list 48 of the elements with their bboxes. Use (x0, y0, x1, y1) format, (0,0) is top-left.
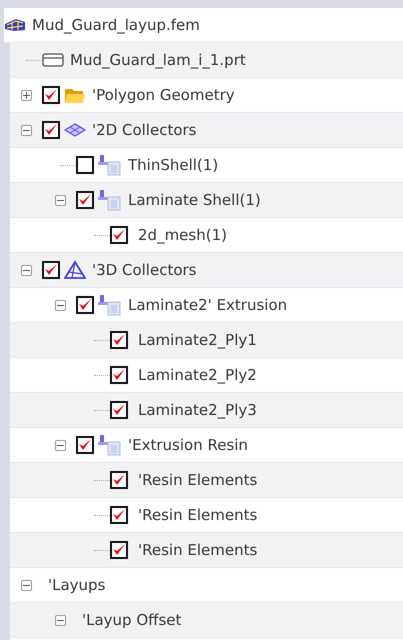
tree-item-label[interactable]: Laminate2_Ply3 (138, 401, 257, 419)
collector-icon (98, 189, 122, 211)
mesh-grid-icon (4, 18, 26, 32)
tree-item-label[interactable]: 'Polygon Geometry (92, 86, 235, 104)
folder-icon (64, 86, 86, 104)
checkbox[interactable] (42, 86, 60, 104)
part-icon (42, 52, 64, 68)
checkbox[interactable] (76, 156, 94, 174)
tree-item-label[interactable]: Laminate2' Extrusion (128, 296, 288, 314)
collapse-icon[interactable] (20, 264, 32, 276)
tree-item-label[interactable]: Laminate2_Ply2 (138, 366, 257, 384)
checkbox[interactable] (110, 331, 128, 349)
checkbox[interactable] (110, 226, 128, 244)
collapse-icon[interactable] (20, 124, 32, 136)
collapse-icon[interactable] (54, 614, 66, 626)
checkbox[interactable] (76, 296, 94, 314)
tree-item-label[interactable]: Laminate Shell(1) (128, 191, 261, 209)
tree-item-label[interactable]: ThinShell(1) (128, 156, 218, 174)
checkbox[interactable] (42, 121, 60, 139)
tree-item-label[interactable]: 'Layup Offset (82, 611, 182, 629)
collapse-icon[interactable] (54, 194, 66, 206)
tree-item-label[interactable]: 'Resin Elements (138, 506, 258, 524)
checkbox[interactable] (110, 366, 128, 384)
collector-icon (98, 434, 122, 456)
collapse-icon[interactable] (20, 580, 32, 590)
tree-item-label[interactable]: '3D Collectors (92, 261, 196, 279)
tree-item-label[interactable]: Mud_Guard_layup.fem (32, 16, 200, 34)
expand-icon[interactable] (20, 90, 32, 100)
checkbox[interactable] (110, 471, 128, 489)
checkbox[interactable] (110, 541, 128, 559)
collapse-icon[interactable] (54, 440, 66, 450)
checkbox[interactable] (76, 191, 94, 209)
collector-icon (98, 154, 122, 176)
tree-item-label[interactable]: Laminate2_Ply1 (138, 331, 257, 349)
tree-item-label[interactable]: 'Extrusion Resin (128, 436, 248, 454)
tree-item-label[interactable]: 'Resin Elements (138, 471, 258, 489)
checkbox[interactable] (76, 436, 94, 454)
tree-item-label[interactable]: 'Layups (48, 576, 106, 594)
collector-icon (98, 294, 122, 316)
diamond-mesh-icon (64, 122, 86, 138)
tree-item-label[interactable]: 2d_mesh(1) (138, 226, 227, 244)
tree-item-label[interactable]: 'Resin Elements (138, 541, 258, 559)
triangle-mesh-icon (64, 260, 86, 280)
tree-item-label[interactable]: '2D Collectors (92, 121, 196, 139)
checkbox[interactable] (42, 261, 60, 279)
collapse-icon[interactable] (54, 300, 66, 310)
checkbox[interactable] (110, 401, 128, 419)
checkbox[interactable] (110, 506, 128, 524)
